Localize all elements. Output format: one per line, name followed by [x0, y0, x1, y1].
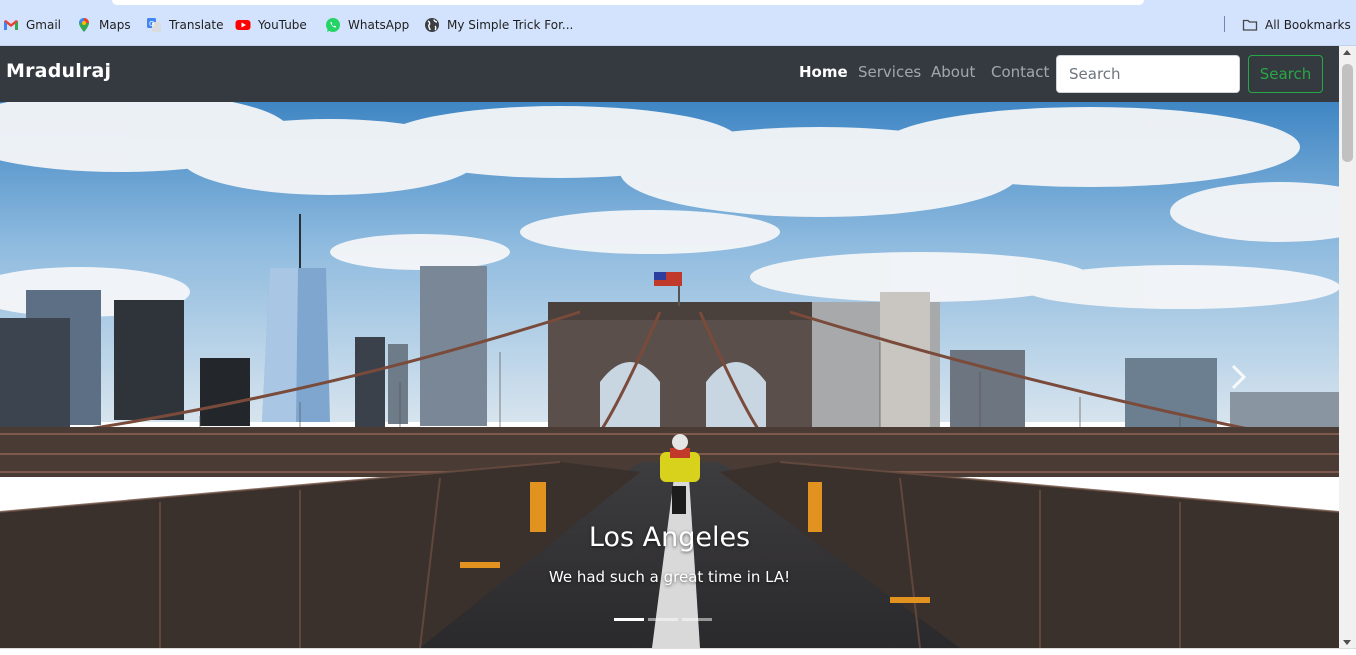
- all-bookmarks-label: All Bookmarks: [1265, 18, 1351, 32]
- bookmark-separator: [1224, 16, 1225, 32]
- search-input[interactable]: [1056, 55, 1240, 93]
- chevron-right-icon[interactable]: [1226, 362, 1250, 392]
- bookmark-label: Translate: [169, 18, 224, 32]
- translate-icon: G: [147, 18, 161, 32]
- globe-icon: [425, 18, 439, 32]
- page-bottom-edge: [0, 648, 1356, 655]
- bookmark-whatsapp[interactable]: WhatsApp: [325, 15, 409, 35]
- bookmark-simple-trick[interactable]: My Simple Trick For...: [424, 15, 573, 35]
- nav-link-home[interactable]: Home: [799, 63, 848, 81]
- bookmark-label: YouTube: [258, 18, 307, 32]
- maps-icon: [79, 18, 89, 32]
- bookmark-label: My Simple Trick For...: [447, 18, 574, 32]
- carousel-indicator[interactable]: [648, 618, 678, 621]
- scrollbar-thumb[interactable]: [1342, 64, 1353, 162]
- nav-link-services[interactable]: Services: [858, 63, 921, 81]
- search-button[interactable]: Search: [1248, 55, 1323, 93]
- bookmark-label: Maps: [99, 18, 131, 32]
- carousel-caption-title: Los Angeles: [588, 522, 751, 553]
- scroll-down-arrow-icon[interactable]: [1343, 640, 1351, 645]
- bookmarks-bar: Gmail Maps G Translate YouTube WhatsApp …: [0, 0, 1356, 46]
- carousel-indicators: [614, 618, 712, 621]
- gmail-icon: [4, 20, 18, 30]
- page-scrollbar[interactable]: [1339, 46, 1356, 648]
- omnibox-edge: [112, 0, 1144, 5]
- carousel-indicator[interactable]: [614, 618, 644, 621]
- carousel-slide-image: [0, 102, 1339, 648]
- site-navbar: Mradulraj Home Services About Contact Se…: [0, 46, 1339, 102]
- folder-icon: [1242, 19, 1258, 31]
- bookmark-youtube[interactable]: YouTube: [235, 15, 307, 35]
- bookmark-translate[interactable]: G Translate: [146, 15, 224, 35]
- bookmark-label: WhatsApp: [348, 18, 410, 32]
- carousel-caption-text: We had such a great time in LA!: [548, 568, 791, 586]
- whatsapp-icon: [326, 18, 340, 32]
- nav-link-contact[interactable]: Contact: [991, 63, 1049, 81]
- youtube-icon: [235, 20, 251, 30]
- nav-link-about[interactable]: About: [931, 63, 975, 81]
- navbar-brand[interactable]: Mradulraj: [6, 60, 111, 82]
- carousel-indicator[interactable]: [682, 618, 712, 621]
- svg-text:G: G: [149, 20, 154, 28]
- hero-carousel: Los Angeles We had such a great time in …: [0, 102, 1339, 648]
- all-bookmarks-button[interactable]: All Bookmarks: [1242, 15, 1351, 35]
- bookmark-label: Gmail: [26, 18, 62, 32]
- bookmark-maps[interactable]: Maps: [76, 15, 131, 35]
- bookmark-gmail[interactable]: Gmail: [3, 15, 61, 35]
- scroll-up-arrow-icon[interactable]: [1343, 50, 1351, 55]
